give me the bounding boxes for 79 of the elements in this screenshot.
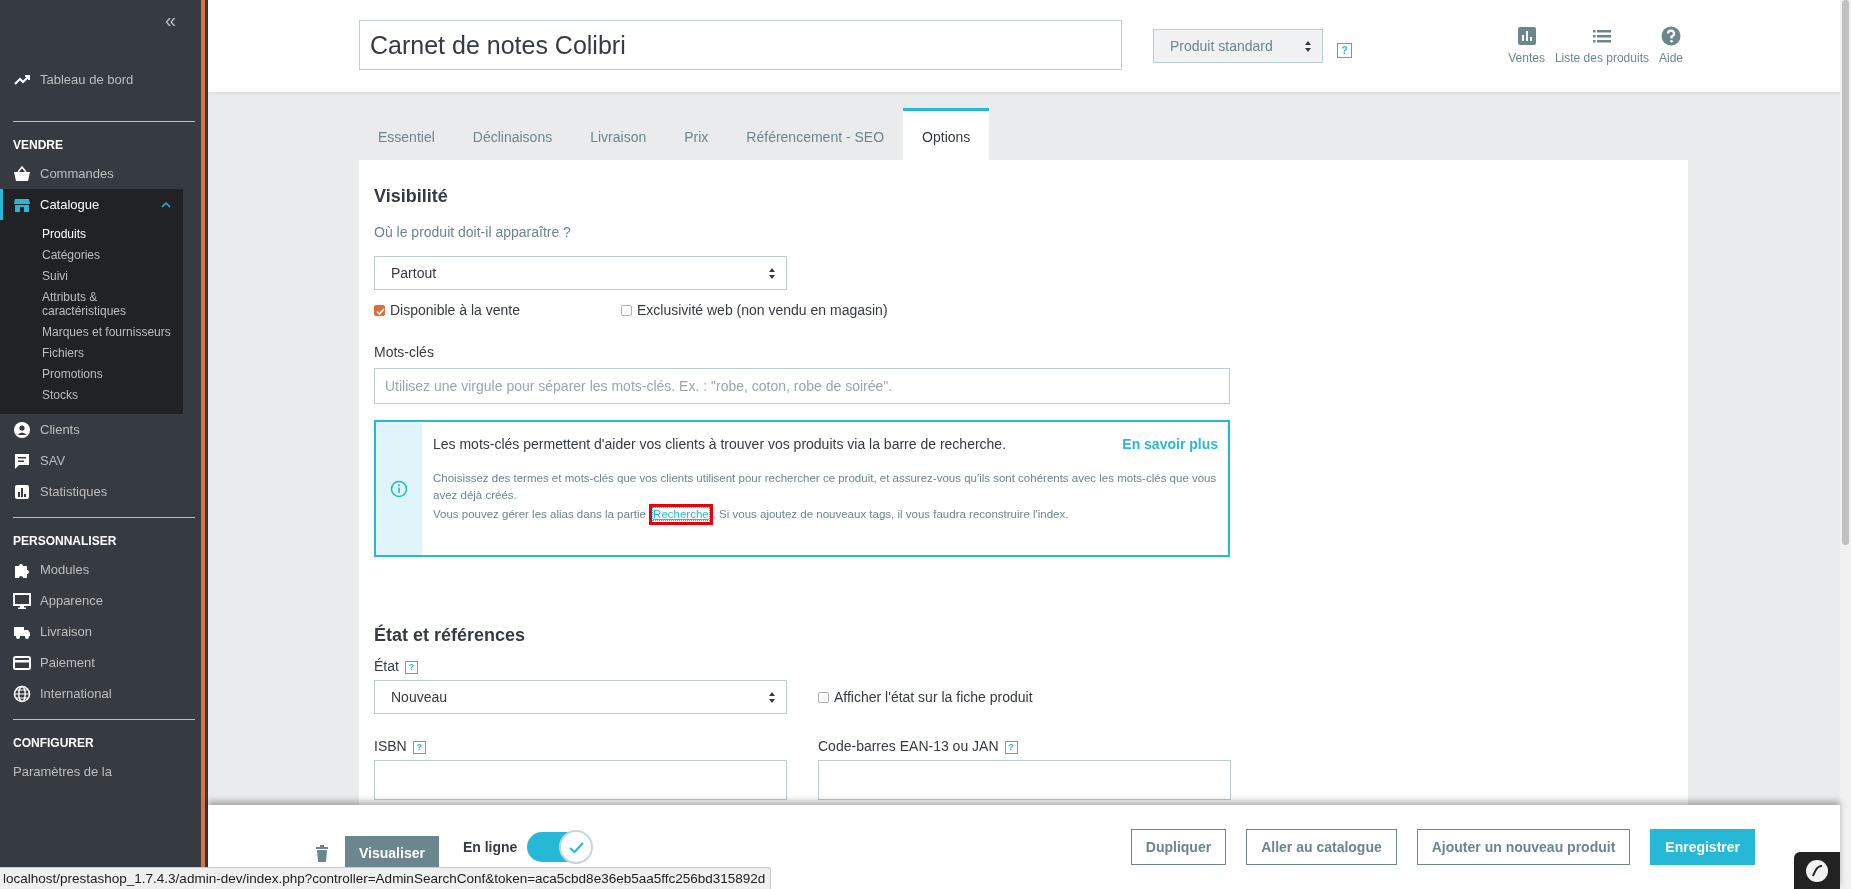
user-circle-icon bbox=[13, 420, 31, 439]
action-button[interactable]: Aller au catalogue bbox=[1246, 829, 1397, 865]
status-url: localhost/prestashop_1.7.4.3/admin-dev/index.php?controller=AdminSearchConf&token=aca5cbd8e36eb5aa5ffc256bd315892d bbox=[3, 871, 766, 886]
field-label: ISBN bbox=[374, 738, 407, 754]
monitor-icon bbox=[13, 591, 31, 610]
info-icon bbox=[390, 479, 408, 498]
tab[interactable]: Référencement - SEO bbox=[727, 108, 904, 160]
info-text: Vous pouvez gérer les alias dans la partie Recherche . Si vous ajoutez de nouveaux tags, il vous faudra reconstruire l'index. bbox=[433, 504, 1218, 525]
chat-icon bbox=[13, 451, 31, 470]
toggle-label: En ligne bbox=[462, 839, 518, 855]
sidebar-item[interactable]: International bbox=[0, 678, 183, 709]
help-circle-icon bbox=[1661, 26, 1681, 46]
sort-arrows-icon bbox=[768, 266, 776, 280]
tab[interactable]: Déclinaisons bbox=[453, 108, 572, 160]
trash-icon[interactable] bbox=[315, 844, 329, 862]
bar-chart-icon bbox=[1516, 26, 1537, 46]
bar-chart-icon bbox=[13, 482, 31, 501]
collapse-sidebar-button[interactable]: « bbox=[0, 0, 198, 30]
sidebar-item[interactable]: Paiement bbox=[0, 647, 183, 678]
sidebar-subitem[interactable]: Stocks bbox=[0, 385, 183, 406]
sidebar-item[interactable]: Paramètres de la bbox=[0, 756, 183, 787]
tab[interactable]: Livraison bbox=[571, 108, 666, 160]
action-button[interactable]: Ajouter un nouveau produit bbox=[1416, 829, 1631, 865]
field-label: État bbox=[374, 658, 399, 674]
checkbox-label: Disponible à la vente bbox=[390, 302, 520, 318]
sidebar-item[interactable]: Clients bbox=[0, 414, 183, 445]
debug-toolbar-icon[interactable] bbox=[1805, 858, 1829, 883]
tab[interactable]: Options bbox=[903, 108, 990, 160]
sidebar-subitem[interactable]: Catégories bbox=[0, 245, 183, 266]
credit-card-icon bbox=[13, 653, 31, 672]
tab[interactable]: Prix bbox=[665, 108, 728, 160]
condition-select[interactable]: Nouveau bbox=[374, 680, 787, 714]
checkbox-label: Exclusivité web (non vendu en magasin) bbox=[637, 302, 888, 318]
barcode-field[interactable] bbox=[818, 760, 1231, 800]
sort-arrows-icon bbox=[768, 690, 776, 704]
sidebar-item[interactable]: Livraison bbox=[0, 616, 183, 647]
field-label: Mots-clés bbox=[374, 344, 435, 360]
sidebar-item[interactable]: Commandes bbox=[0, 158, 183, 189]
scrollbar[interactable] bbox=[1840, 0, 1851, 889]
sidebar-item[interactable]: SAV bbox=[0, 445, 183, 476]
sidebar-item[interactable]: Apparence bbox=[0, 585, 183, 616]
product-name-field[interactable]: Carnet de notes Colibri bbox=[359, 20, 1122, 70]
checkbox[interactable] bbox=[818, 691, 829, 703]
sidebar-subitem[interactable]: Suivi bbox=[0, 266, 183, 287]
product-type-select[interactable]: Produit standard bbox=[1153, 29, 1323, 63]
isbn-field[interactable] bbox=[374, 760, 787, 800]
globe-icon bbox=[13, 684, 31, 703]
header-action-button[interactable]: Ventes bbox=[1508, 26, 1545, 65]
sidebar-item[interactable]: Tableau de bord bbox=[0, 64, 183, 95]
basket-icon bbox=[13, 164, 31, 183]
checkbox[interactable] bbox=[374, 304, 385, 316]
field-question: Où le produit doit-il apparaître ? bbox=[374, 224, 572, 240]
checkbox[interactable] bbox=[621, 304, 632, 316]
tab[interactable]: Essentiel bbox=[359, 108, 454, 160]
sidebar-subitem[interactable]: Fichiers bbox=[0, 343, 183, 364]
sidebar-section-title: CONFIGURER bbox=[13, 735, 95, 752]
sidebar-subitem[interactable]: Attributs & caractéristiques bbox=[0, 287, 183, 322]
sort-arrows-icon bbox=[1304, 39, 1312, 53]
preview-button[interactable]: Visualiser bbox=[345, 836, 439, 870]
sidebar-section-title: VENDRE bbox=[13, 137, 64, 154]
sidebar-subitem[interactable]: Promotions bbox=[0, 364, 183, 385]
header-action-button[interactable]: Liste des produits bbox=[1554, 26, 1649, 65]
info-headline: Les mots-clés permettent d'aider vos clients à trouver vos produits via la barre de recherche. bbox=[433, 436, 1007, 452]
sidebar-item[interactable]: Statistiques bbox=[0, 476, 183, 507]
field-label: Code-barres EAN-13 ou JAN bbox=[818, 738, 999, 754]
info-text: Choisissez des termes et mots-clés que vos clients utilisent pour rechercher ce produit, et assurez-vous qu'ils sont cohérents avec les mots-clés que vous avez déjà créés. bbox=[433, 471, 1218, 503]
sidebar-item[interactable]: Catalogue bbox=[0, 189, 183, 220]
checkbox-label: Afficher l'état sur la fiche produit bbox=[834, 689, 1033, 705]
online-toggle[interactable] bbox=[527, 832, 592, 862]
keywords-field[interactable]: Utilisez une virgule pour séparer les mots-clés. Ex. : "robe, coton, robe de soirée". bbox=[374, 368, 1230, 404]
sidebar-section-title: PERSONNALISER bbox=[13, 533, 118, 550]
header-action-button[interactable]: Aide bbox=[1658, 26, 1683, 65]
section-heading: État et références bbox=[374, 625, 527, 646]
sidebar-subitem[interactable]: Produits bbox=[0, 224, 183, 245]
visibility-select[interactable]: Partout bbox=[374, 256, 787, 290]
sidebar-item[interactable]: Modules bbox=[0, 554, 183, 585]
section-heading: Visibilité bbox=[374, 186, 449, 207]
sidebar-subitem[interactable]: Marques et fournisseurs bbox=[0, 322, 183, 343]
action-button[interactable]: Dupliquer bbox=[1130, 829, 1227, 865]
